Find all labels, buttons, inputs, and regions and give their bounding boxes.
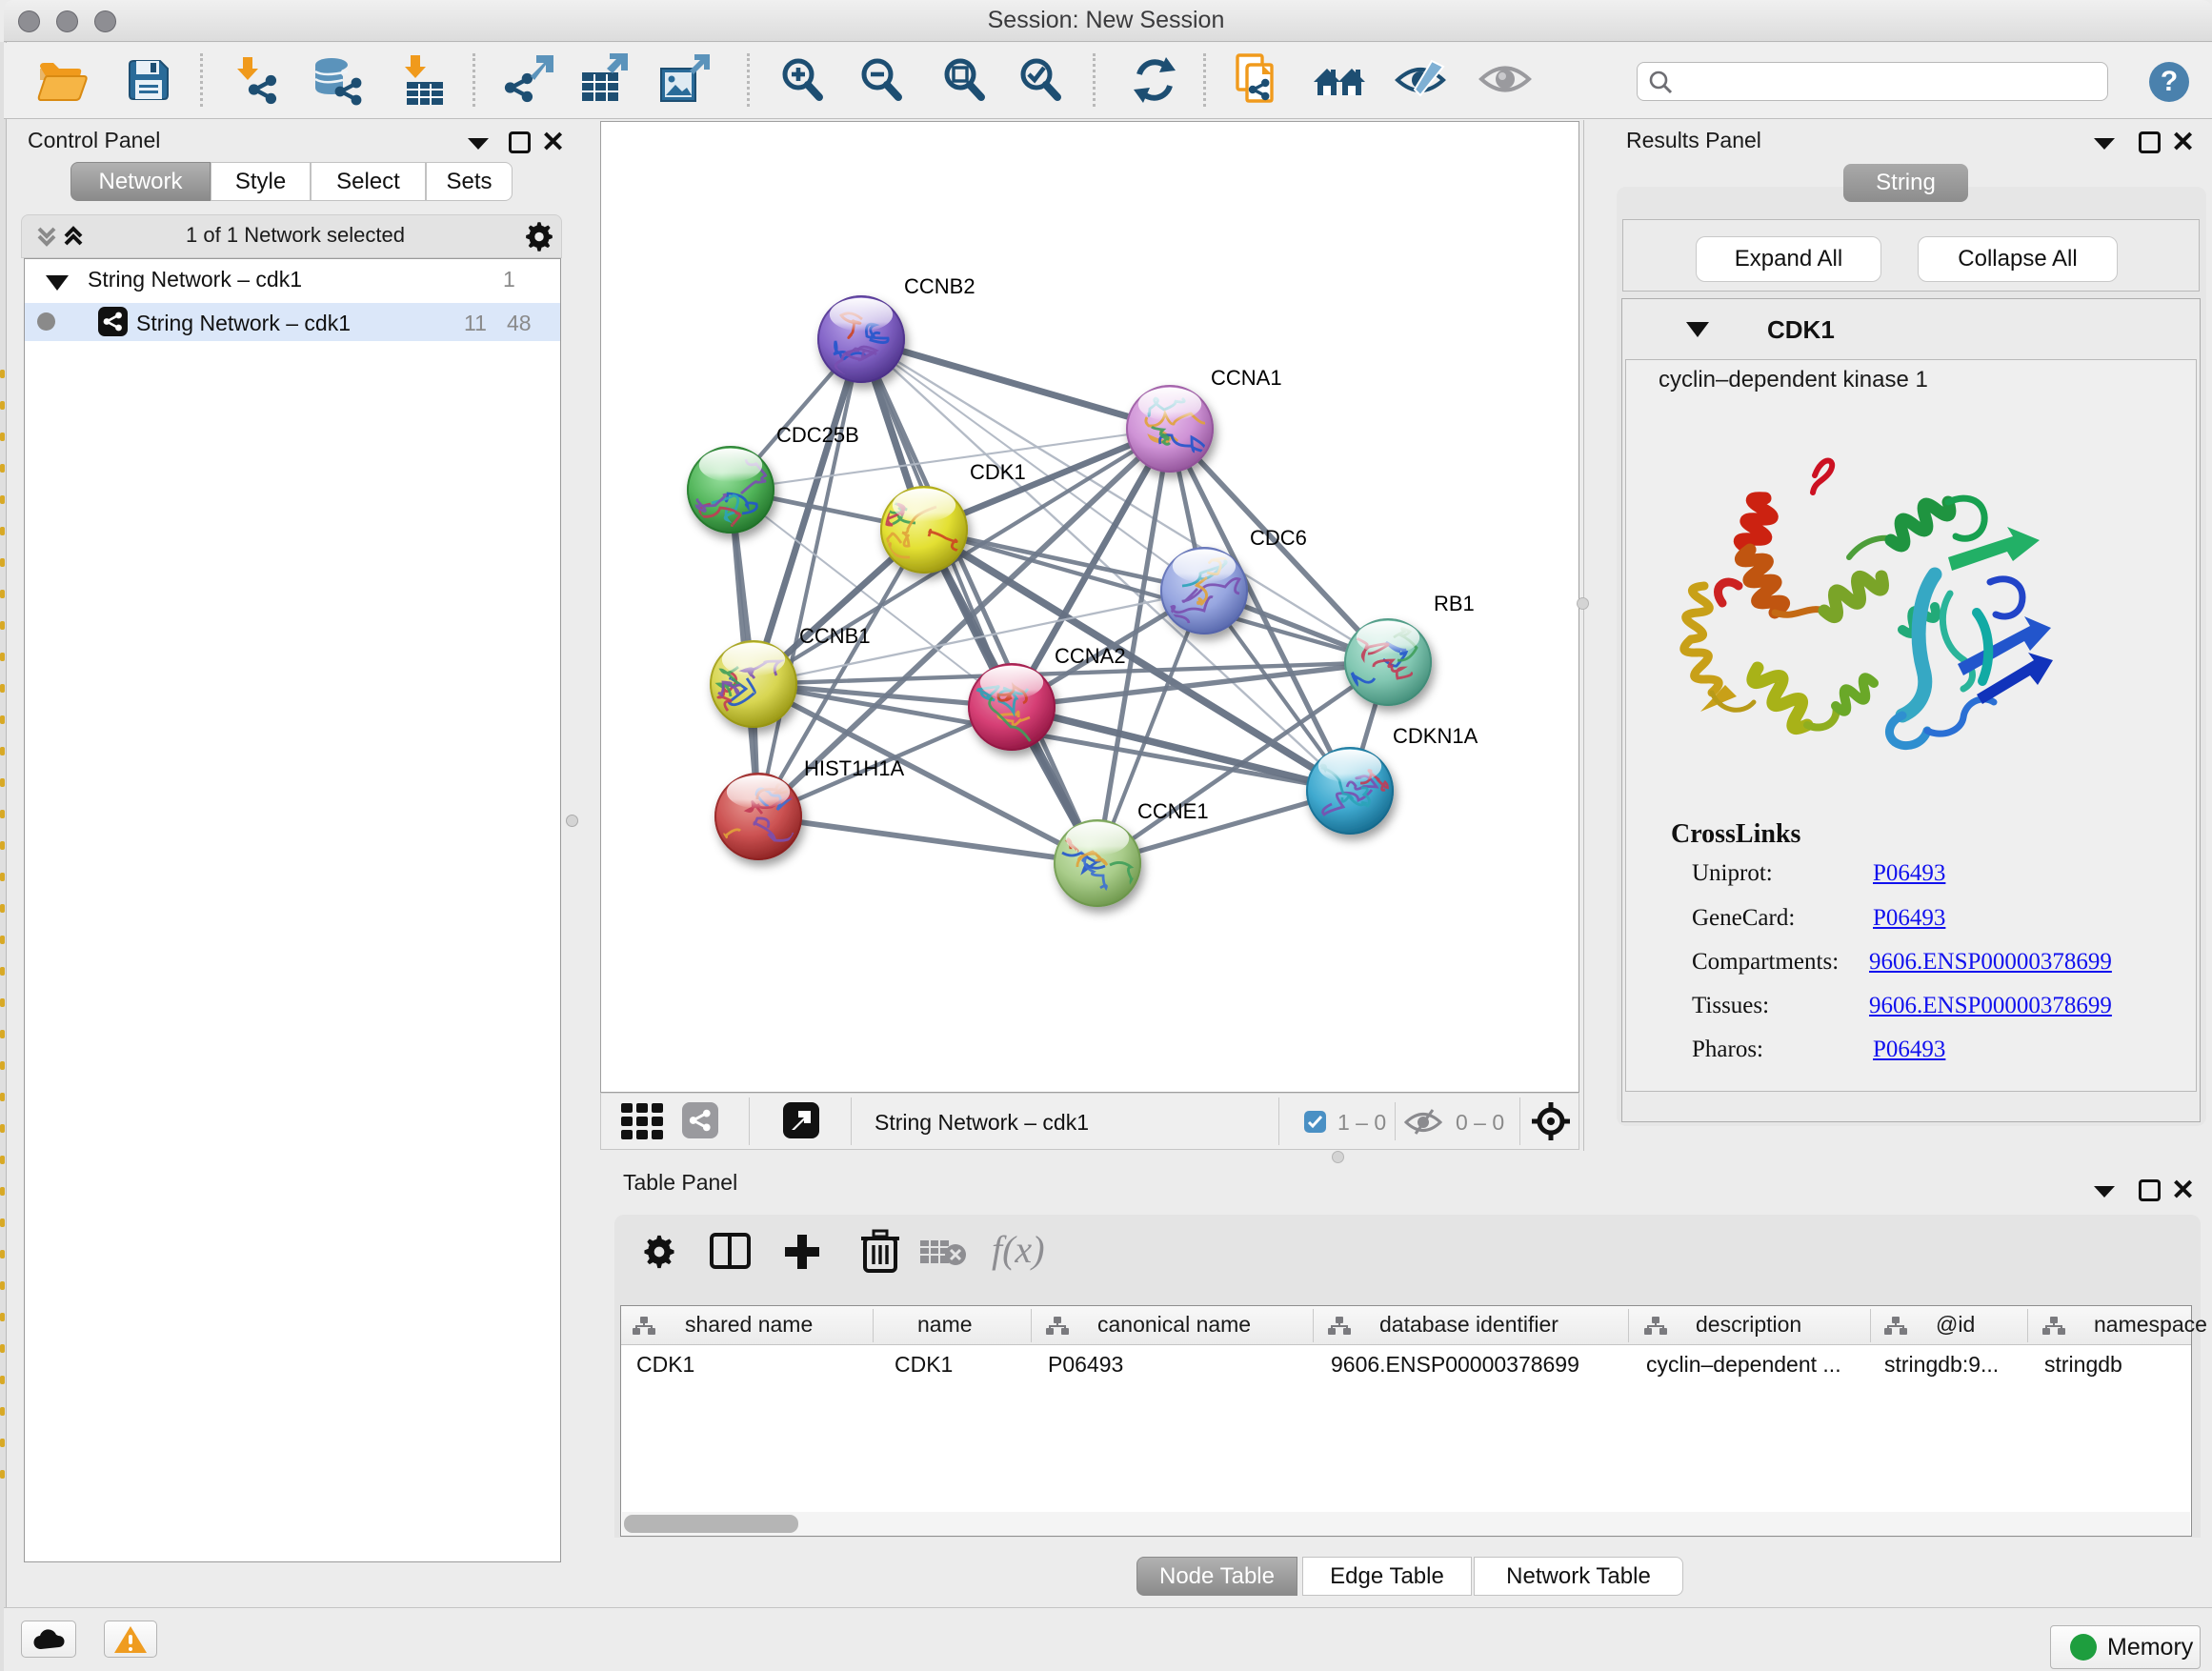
svg-text:CDC25B: CDC25B bbox=[776, 423, 859, 447]
svg-text:CCNB1: CCNB1 bbox=[799, 624, 871, 648]
svg-text:CDK1: CDK1 bbox=[970, 460, 1026, 484]
svg-text:CCNE1: CCNE1 bbox=[1137, 799, 1209, 823]
svg-text:CCNA2: CCNA2 bbox=[1055, 644, 1126, 668]
svg-text:HIST1H1A: HIST1H1A bbox=[804, 756, 904, 780]
svg-text:CDKN1A: CDKN1A bbox=[1393, 724, 1478, 748]
svg-text:RB1: RB1 bbox=[1434, 592, 1475, 615]
svg-text:CDC6: CDC6 bbox=[1250, 526, 1307, 550]
svg-text:CCNA1: CCNA1 bbox=[1211, 366, 1282, 390]
svg-text:CCNB2: CCNB2 bbox=[904, 274, 975, 298]
